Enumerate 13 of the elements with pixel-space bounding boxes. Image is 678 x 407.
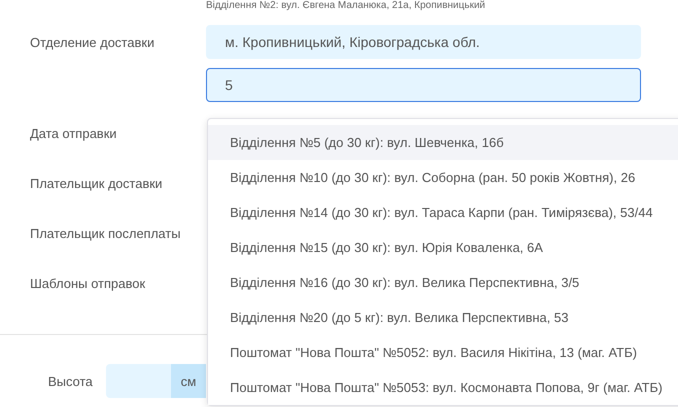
address-text: Відділення №2: вул. Євгена Маланюка, 21а, Кропивницький xyxy=(206,0,486,11)
branch-input-field[interactable]: 5 xyxy=(206,68,641,102)
height-input-field[interactable]: см xyxy=(106,364,206,398)
unit-label: см xyxy=(171,364,206,398)
dropdown-option[interactable]: Відділення №5 (до 30 кг): вул. Шевченка, 16б xyxy=(208,125,678,160)
field-label: Отделение доставки xyxy=(29,34,156,52)
dropdown-option[interactable]: Поштомат "Нова Пошта" №5053: вул. Космонавта Попова, 9г (маг. АТБ) xyxy=(208,370,678,405)
field-label: Шаблоны отправок xyxy=(29,275,146,293)
field-label: Плательщик послеплаты xyxy=(29,225,182,243)
field-label: Высота xyxy=(48,374,94,388)
city-field[interactable]: м. Кропивницький, Кіровоградська обл. xyxy=(206,25,641,59)
field-label: Плательщик доставки xyxy=(29,175,164,193)
field-label: Дата отправки xyxy=(29,125,118,143)
